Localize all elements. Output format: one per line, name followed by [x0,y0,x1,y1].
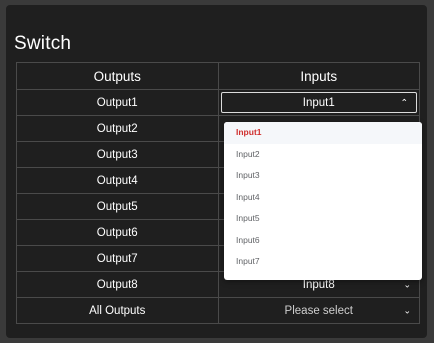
all-outputs-select[interactable]: Please select ⌄ [219,298,420,323]
table-row-all-outputs: All Outputs Please select ⌄ [16,297,420,324]
output-label: Output1 [16,89,219,116]
output-label: Output8 [16,271,219,298]
dropdown-option[interactable]: Input2 [224,144,422,166]
output-label: Output5 [16,193,219,220]
input-dropdown-menu: Input1 Input2 Input3 Input4 Input5 Input… [224,122,422,280]
chevron-down-icon: ⌄ [403,279,411,289]
output-label: Output3 [16,141,219,168]
dropdown-option[interactable]: Input1 [224,122,422,144]
table-row: Output1 Input1 ⌃ [16,89,420,116]
all-outputs-placeholder: Please select [284,304,353,317]
output-label: Output6 [16,219,219,246]
all-outputs-label: All Outputs [16,297,219,324]
header-outputs: Outputs [16,62,219,90]
dropdown-option[interactable]: Input4 [224,187,422,209]
dropdown-option[interactable]: Input5 [224,208,422,230]
panel-title: Switch [14,33,72,54]
dropdown-option[interactable]: Input6 [224,230,422,252]
output-label: Output7 [16,245,219,272]
output-label: Output2 [16,115,219,142]
input-select-value: Input1 [302,96,335,109]
header-inputs: Inputs [217,62,420,90]
dropdown-option[interactable]: Input3 [224,165,422,187]
output-label: Output4 [16,167,219,194]
chevron-up-icon: ⌃ [400,97,408,107]
chevron-down-icon: ⌄ [403,305,411,315]
dropdown-option[interactable]: Input7 [224,251,422,273]
input-select-value: Input8 [302,278,335,291]
input-select-output1[interactable]: Input1 ⌃ [220,92,417,113]
